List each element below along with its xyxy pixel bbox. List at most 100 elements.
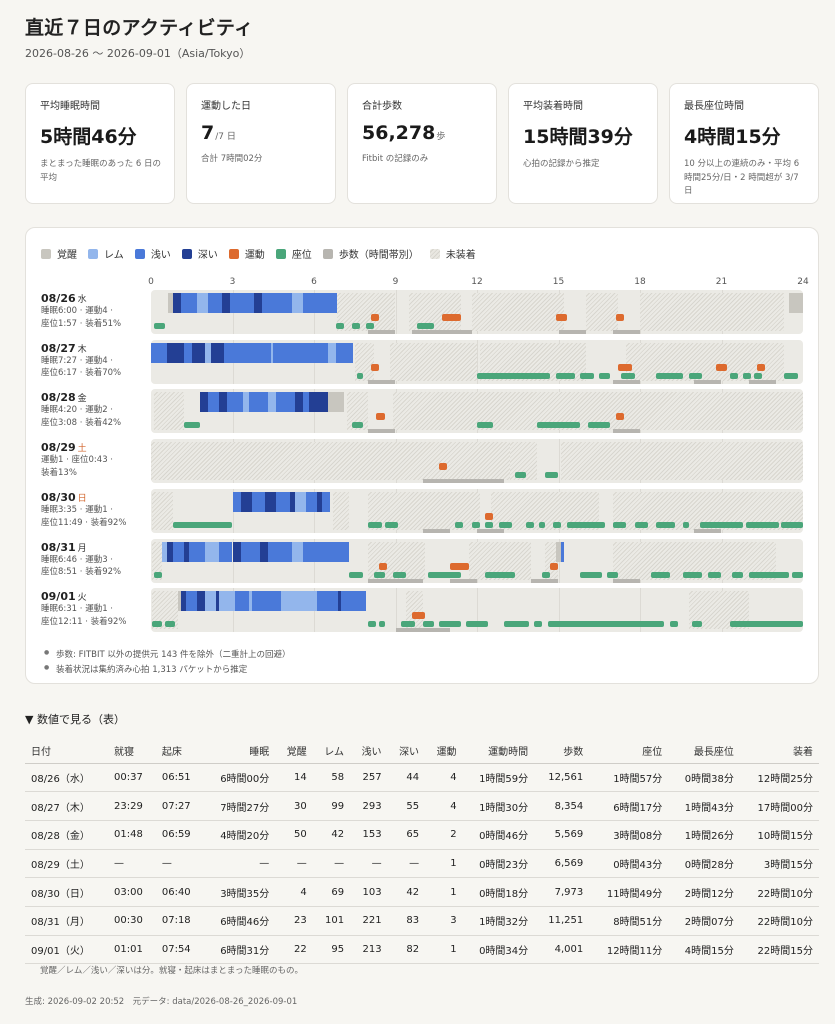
table-cell: 6,569 bbox=[534, 849, 590, 879]
table-header-cell: 運動 bbox=[425, 738, 463, 764]
sleep-light-segment bbox=[335, 342, 354, 363]
sedentary-segment bbox=[745, 521, 779, 528]
sedentary-segment bbox=[525, 521, 535, 528]
exercise-segment bbox=[550, 562, 559, 570]
sleep-deep-segment bbox=[173, 293, 181, 313]
axis-tick-label: 6 bbox=[311, 277, 317, 287]
sedentary-segment bbox=[620, 372, 635, 379]
sleep-light-segment bbox=[341, 591, 366, 612]
sedentary-segment bbox=[515, 472, 526, 479]
details-toggle[interactable]: ▼ 数値で見る（表） bbox=[25, 711, 125, 727]
row-date: 08/29 土 bbox=[41, 441, 87, 455]
sedentary-segment bbox=[553, 521, 562, 528]
table-cell: 65 bbox=[387, 820, 426, 850]
sedentary-segment bbox=[732, 571, 744, 578]
table-cell: 4時間15分 bbox=[668, 935, 740, 965]
table-cell: 07:54 bbox=[155, 935, 204, 965]
row-stat: 座位6:17 · 装着70% bbox=[41, 368, 122, 379]
table-cell: 11時間49分 bbox=[589, 877, 669, 907]
timeline-track bbox=[151, 439, 803, 484]
sleep-light-segment bbox=[151, 342, 168, 363]
sleep-light-segment bbox=[275, 392, 295, 413]
legend-item-sedentary: 座位 bbox=[275, 246, 312, 261]
sedentary-segment bbox=[392, 571, 407, 578]
sleep-rem-segment bbox=[205, 591, 217, 612]
sedentary-segment bbox=[792, 571, 803, 578]
timeline-track bbox=[151, 588, 803, 633]
row-weekday: 水 bbox=[77, 295, 87, 305]
table-cell: 4時間20分 bbox=[203, 820, 276, 850]
card-label: 合計歩数 bbox=[362, 101, 402, 112]
sleep-light-segment bbox=[172, 541, 184, 562]
steps-bar bbox=[612, 379, 640, 384]
table-cell: 1時間32分 bbox=[462, 906, 535, 936]
row-label-09-01: 09/01 火睡眠6:31 · 運動1 · 座位12:11 · 装着92% bbox=[41, 590, 151, 629]
table-header-cell: 歩数 bbox=[534, 738, 590, 764]
sedentary-segment bbox=[783, 372, 798, 379]
table-cell: 08/27（木） bbox=[25, 791, 108, 821]
steps-bar bbox=[694, 528, 722, 533]
legend-swatch-rem bbox=[88, 248, 98, 259]
exercise-segment bbox=[441, 314, 461, 321]
row-date: 09/01 火 bbox=[41, 590, 87, 604]
sedentary-segment bbox=[683, 521, 689, 528]
steps-bar bbox=[368, 379, 396, 384]
sedentary-segment bbox=[428, 571, 461, 578]
table-cell: 03:00 bbox=[108, 877, 156, 907]
sedentary-segment bbox=[471, 521, 480, 528]
axis-tick-label: 21 bbox=[715, 277, 728, 287]
page-title: 直近７日のアクティビティ bbox=[25, 17, 254, 39]
sleep-deep-segment bbox=[240, 491, 252, 512]
axis-tick-label: 9 bbox=[392, 277, 399, 287]
sedentary-segment bbox=[368, 621, 377, 628]
table-cell: 69 bbox=[312, 877, 351, 907]
table-cell: — bbox=[108, 849, 156, 879]
table-cell: 08/29（土） bbox=[25, 849, 108, 879]
panel-notes: 歩数: FITBIT 以外の提供元 143 件を除外（二重計上の回避） 装着状況… bbox=[44, 648, 291, 678]
table-cell: 3時間08分 bbox=[589, 820, 669, 850]
sleep-light-segment bbox=[227, 392, 244, 413]
card-label: 平均睡眠時間 bbox=[40, 101, 100, 112]
sleep-rem-segment bbox=[205, 541, 219, 562]
data-table: 日付 就寝 起床 睡眠 覚醒 レム 浅い 深い 運動 運動時間 歩数 座位 最長座位 装着 08/26（水… bbox=[25, 738, 819, 965]
exercise-segment bbox=[615, 314, 624, 321]
table-cell: 103 bbox=[350, 877, 388, 907]
sleep-light-segment bbox=[235, 591, 249, 612]
sleep-light-segment bbox=[303, 293, 338, 313]
table-cell: 58 bbox=[312, 763, 351, 793]
table-cell: — bbox=[203, 849, 276, 879]
sedentary-segment bbox=[599, 372, 611, 379]
row-label-08-26: 08/26 水睡眠6:00 · 運動4 · 座位1:57 · 装着51% bbox=[41, 292, 151, 331]
table-header-row: 日付 就寝 起床 睡眠 覚醒 レム 浅い 深い 運動 運動時間 歩数 座位 最長座位 装着 bbox=[25, 738, 819, 764]
table-row: 08/28（金） 01:48 06:59 4時間20分 50 42 153 65 2 0時間46分… bbox=[25, 820, 819, 850]
row-stat: 装着13% bbox=[41, 467, 77, 478]
table-header-cell: 浅い bbox=[350, 738, 388, 764]
sedentary-segment bbox=[373, 571, 385, 578]
sleep-light-segment bbox=[229, 293, 255, 313]
axis-tick-label: 15 bbox=[552, 277, 565, 287]
steps-bar bbox=[368, 330, 396, 334]
sleep-rem-segment bbox=[292, 293, 304, 313]
row-date: 08/27 木 bbox=[41, 341, 87, 355]
sleep-deep-segment bbox=[191, 342, 206, 363]
sedentary-segment bbox=[634, 521, 649, 528]
sedentary-segment bbox=[417, 323, 434, 329]
unworn-segment bbox=[151, 442, 510, 481]
table-cell: 257 bbox=[350, 763, 388, 793]
row-date: 08/31 月 bbox=[41, 540, 87, 554]
table-cell: 1 bbox=[425, 849, 463, 879]
row-weekday: 月 bbox=[77, 543, 87, 554]
sleep-deep-segment bbox=[221, 293, 230, 313]
legend-item-light: 浅い bbox=[134, 246, 171, 261]
sedentary-segment bbox=[365, 323, 374, 329]
table-cell: 12時間11分 bbox=[589, 935, 669, 965]
legend-swatch-unworn bbox=[429, 248, 440, 259]
card-value: 56,278歩 bbox=[362, 122, 446, 144]
table-cell: 6時間00分 bbox=[203, 763, 276, 793]
table-cell: 12,561 bbox=[534, 763, 590, 793]
table-cell: 09/01（火） bbox=[25, 935, 108, 965]
legend-label: 歩数（時間帯別） bbox=[338, 250, 419, 261]
table-cell: 50 bbox=[275, 820, 313, 850]
sedentary-segment bbox=[729, 621, 803, 628]
table-header-cell: 座位 bbox=[589, 738, 669, 764]
